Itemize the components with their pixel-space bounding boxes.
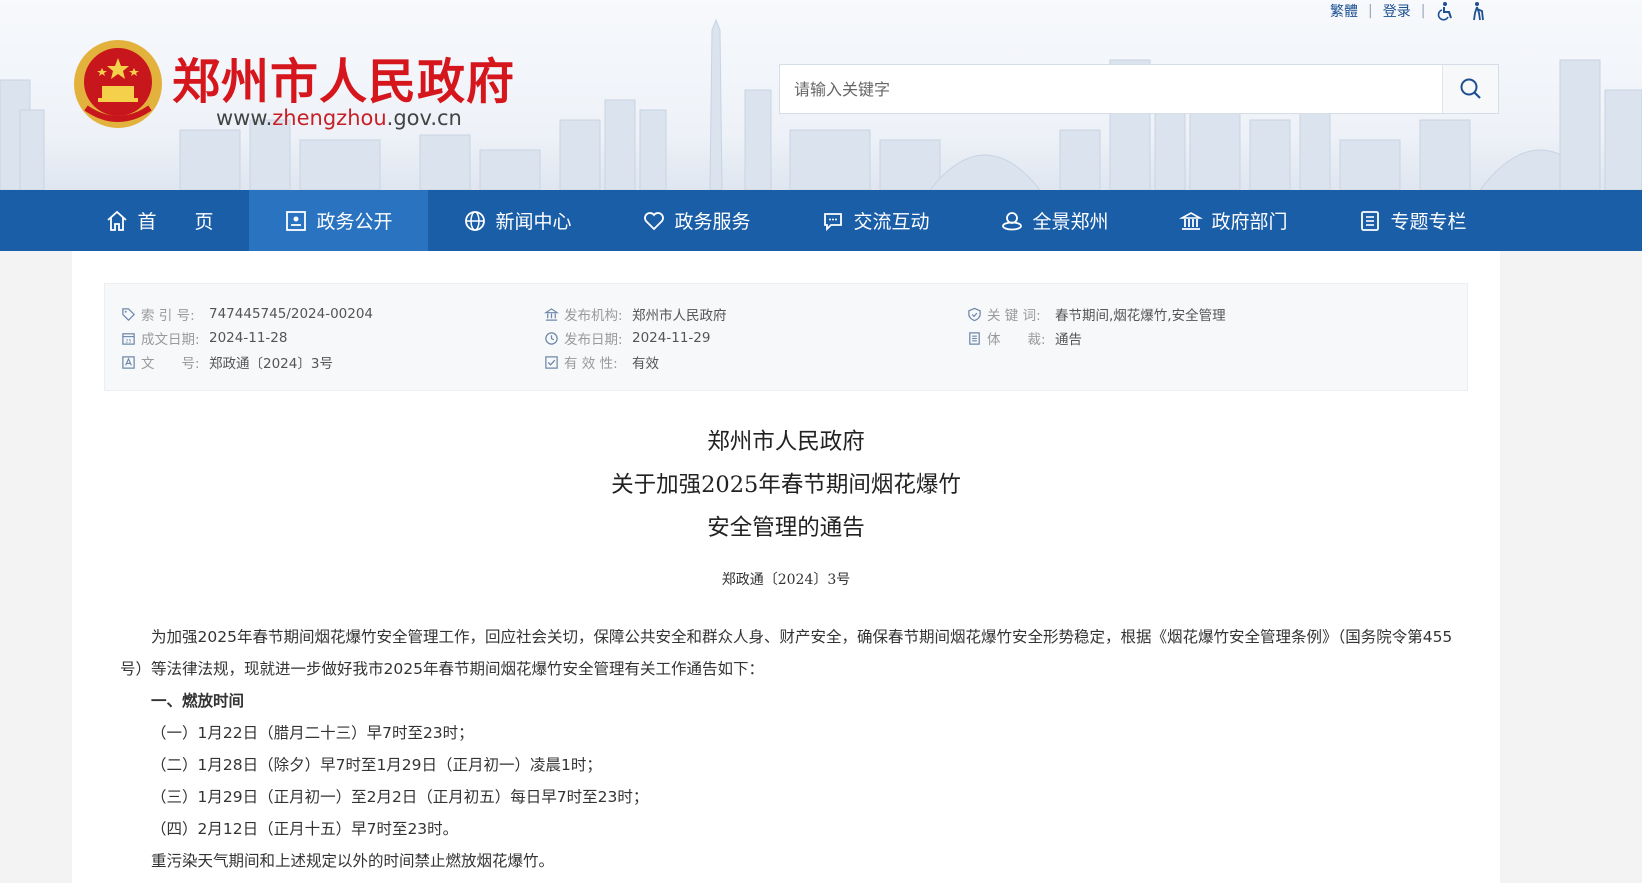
content-panel: 索 引 号: 747445745/2024-00204 25 成文日期: 2024-… (72, 251, 1500, 883)
meta-column-3: 关 键 词: 春节期间,烟花爆竹,安全管理 体 裁: 通告 (965, 302, 1226, 350)
login-link[interactable]: 登录 (1383, 1, 1411, 21)
section-heading: 一、燃放时间 (151, 692, 245, 710)
panorama-icon (1002, 211, 1023, 230)
site-url-suffix: .gov.cn (386, 106, 462, 130)
title-line-3: 安全管理的通告 (707, 515, 865, 541)
nav-item-interaction[interactable]: 交流互动 (786, 190, 965, 251)
list-item: （一）1月22日（腊月二十三）早7时至23时； (151, 724, 474, 742)
list-item: （二）1月28日（除夕）早7时至1月29日（正月初一）凌晨1时； (151, 756, 602, 774)
meta-doc-number: 文 号: 郑政通〔2024〕3号 (119, 350, 373, 374)
separator: | (1368, 3, 1373, 19)
site-url: www.zhengzhou.gov.cn (216, 106, 462, 130)
national-emblem-icon (74, 40, 162, 128)
building-icon (1179, 211, 1204, 230)
document-title: 郑州市人民政府 关于加强2025年春节期间烟花爆竹 安全管理的通告 (72, 421, 1500, 550)
tag-icon (119, 305, 137, 323)
meta-publisher: 发布机构: 郑州市人民政府 (542, 302, 727, 326)
list-icon (1361, 210, 1380, 231)
nav-item-panorama[interactable]: 全景郑州 (965, 190, 1144, 251)
nav-item-services[interactable]: 政务服务 (607, 190, 786, 251)
meta-genre: 体 裁: 通告 (965, 326, 1226, 350)
nav-item-label: 政务公开 (316, 211, 393, 233)
search-input[interactable] (780, 65, 1442, 113)
search-box (779, 64, 1499, 114)
nav-item-news[interactable]: 新闻中心 (428, 190, 607, 251)
document-meta-box: 索 引 号: 747445745/2024-00204 25 成文日期: 2024-… (104, 283, 1468, 391)
nav-item-special-topics[interactable]: 专题专栏 (1323, 190, 1502, 251)
search-button[interactable] (1442, 65, 1498, 113)
nav-item-label: 政务服务 (674, 211, 751, 233)
separator: | (1420, 3, 1426, 19)
meta-column-1: 索 引 号: 747445745/2024-00204 25 成文日期: 2024-… (119, 302, 373, 374)
traditional-chinese-link[interactable]: 繁體 (1330, 1, 1358, 21)
site-url-domain: zhengzhou (272, 106, 387, 130)
nav-item-label: 政府部门 (1211, 211, 1288, 233)
title-line-2: 关于加强2025年春节期间烟花爆竹 (611, 472, 961, 498)
document-number: 郑政通〔2024〕3号 (721, 572, 851, 588)
nav-item-label: 专题专栏 (1390, 211, 1467, 233)
search-icon (1460, 78, 1481, 99)
institution-icon (542, 305, 560, 323)
calendar-icon: 25 (119, 329, 137, 347)
intro-paragraph: 为加强2025年春节期间烟花爆竹安全管理工作，回应社会关切，保障公共安全和群众人… (120, 628, 1453, 678)
board-icon (286, 210, 307, 231)
clock-icon (542, 329, 560, 347)
nav-item-gov-affairs[interactable]: 政务公开 (249, 190, 428, 251)
globe-icon (465, 210, 486, 231)
meta-index: 索 引 号: 747445745/2024-00204 (119, 302, 373, 326)
site-title: 郑州市人民政府 (172, 54, 516, 110)
document-body: 为加强2025年春节期间烟花爆竹安全管理工作，回应社会关切，保障公共安全和群众人… (120, 621, 1460, 877)
nav-item-label: 交流互动 (853, 211, 930, 233)
meta-publish-date: 发布日期: 2024-11-29 (542, 326, 727, 350)
nav-item-departments[interactable]: 政府部门 (1144, 190, 1323, 251)
list-item: （三）1月29日（正月初一）至2月2日（正月初五）每日早7时至23时； (151, 788, 649, 806)
meta-validity: 有 效 性: 有效 (542, 350, 727, 374)
note-paragraph: 重污染天气期间和上述规定以外的时间禁止燃放烟花爆竹。 (151, 852, 555, 870)
site-header: 繁體 | 登录 | 郑州市人民政府 www.zhengzhou.gov.cn (0, 0, 1642, 190)
text-document-icon (119, 353, 137, 371)
shield-icon (965, 305, 983, 323)
heart-icon (644, 211, 665, 230)
document-list-icon (965, 329, 983, 347)
home-icon (107, 210, 128, 231)
chat-icon (824, 212, 843, 231)
main-nav: 首 页 政务公开 新闻中心 政务服务 交流互动 全景郑州 政府部门 专题专栏 (0, 190, 1642, 251)
title-line-1: 郑州市人民政府 (707, 429, 865, 455)
meta-column-2: 发布机构: 郑州市人民政府 发布日期: 2024-11-29 有 效 性: 有效 (542, 302, 727, 374)
elderly-mode-icon[interactable] (1467, 0, 1489, 22)
accessibility-icon[interactable] (1435, 0, 1457, 22)
svg-text:25: 25 (125, 338, 131, 344)
list-item: （四）2月12日（正月十五）早7时至23时。 (151, 820, 459, 838)
meta-date-made: 25 成文日期: 2024-11-28 (119, 326, 373, 350)
nav-item-home[interactable]: 首 页 (70, 190, 249, 251)
checkbox-icon (542, 353, 560, 371)
nav-item-label: 首 页 (137, 211, 214, 233)
top-links: 繁體 | 登录 | (1330, 0, 1489, 22)
nav-item-label: 新闻中心 (495, 211, 572, 233)
nav-item-label: 全景郑州 (1032, 211, 1109, 233)
meta-keywords: 关 键 词: 春节期间,烟花爆竹,安全管理 (965, 302, 1226, 326)
site-url-prefix: www. (216, 106, 273, 130)
